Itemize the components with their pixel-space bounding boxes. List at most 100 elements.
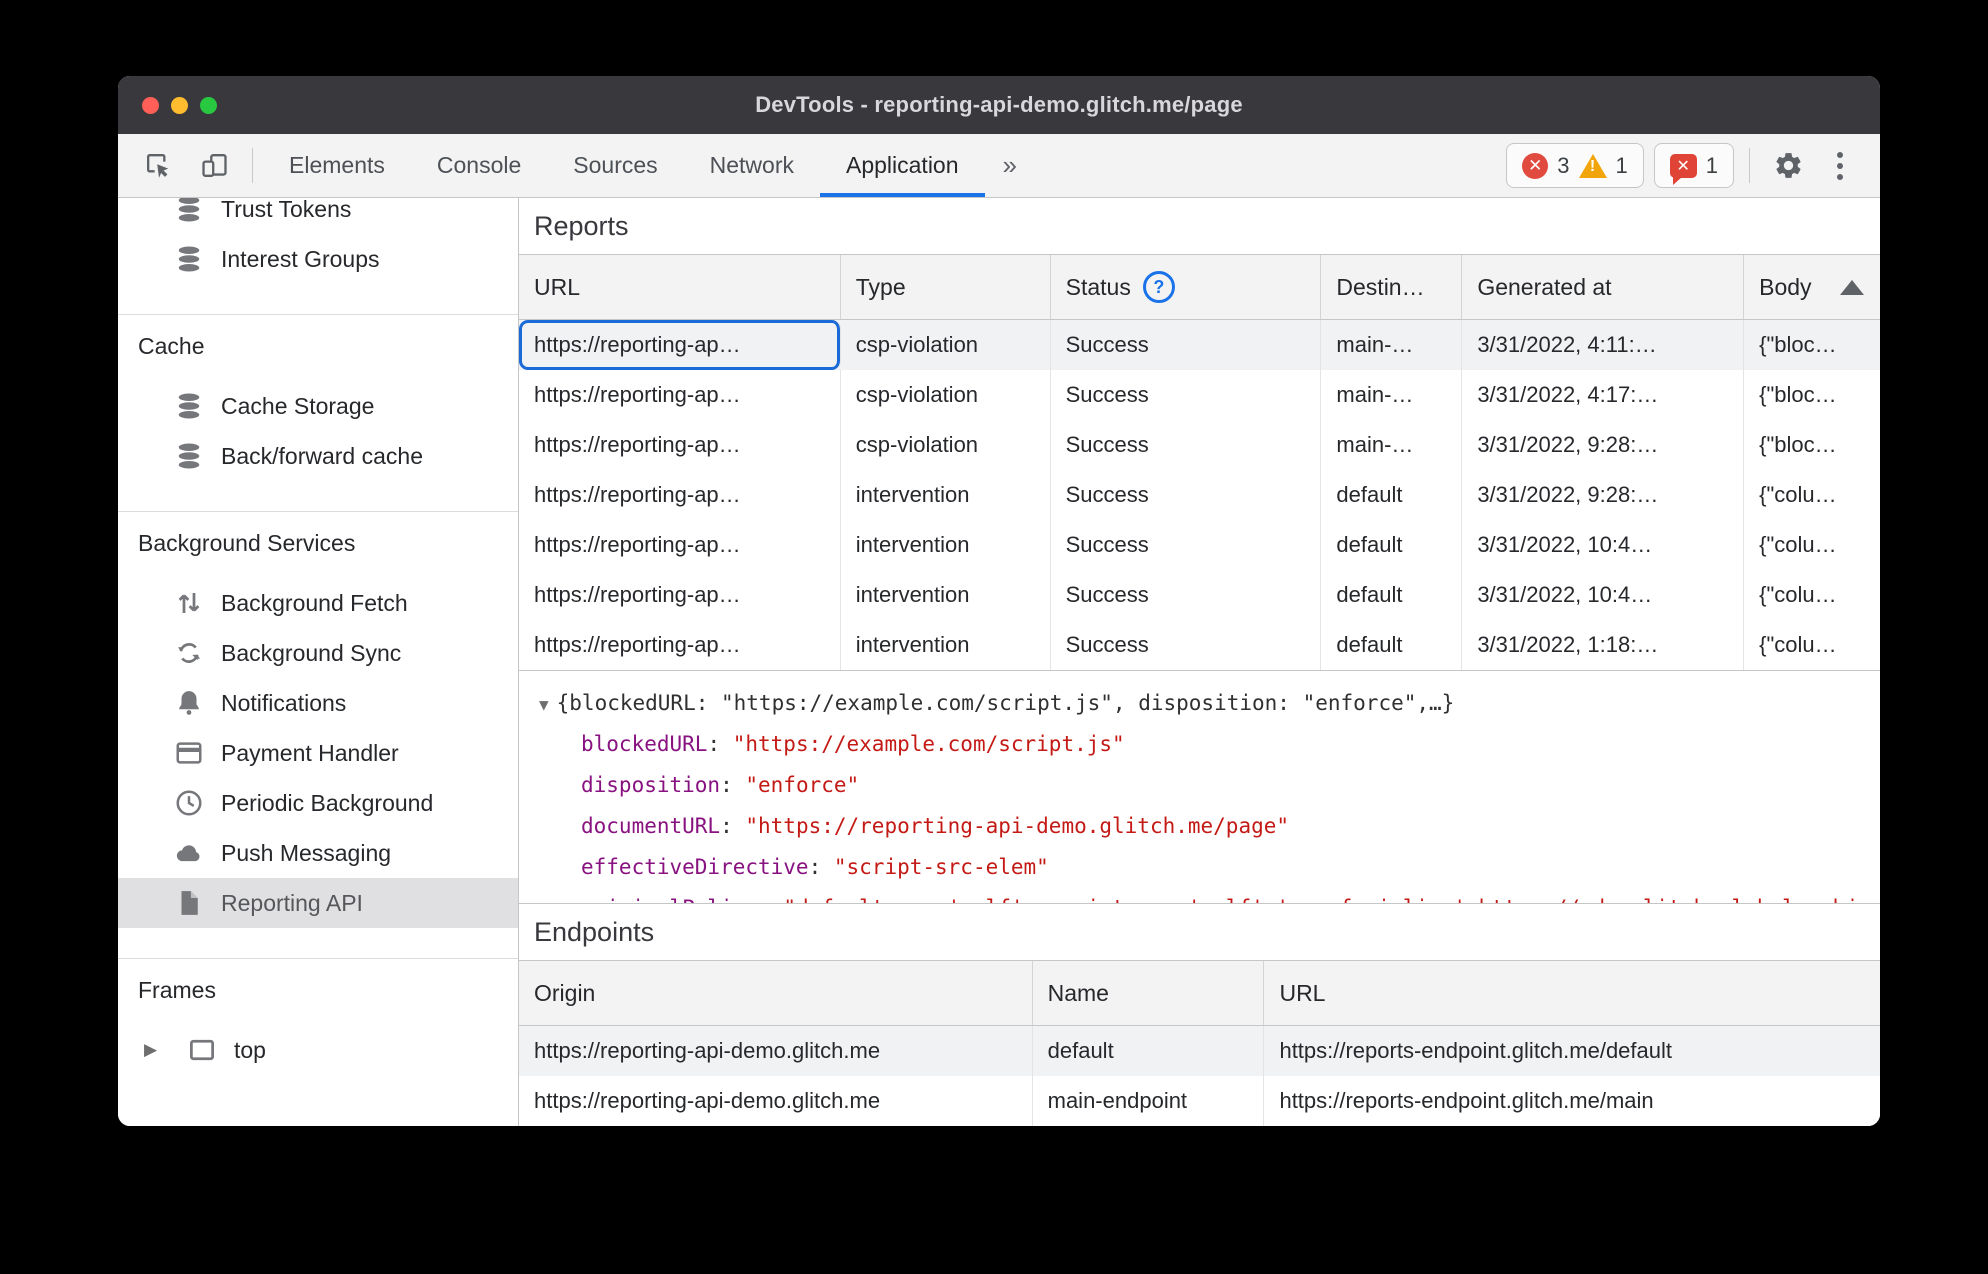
cell-status[interactable]: Success <box>1051 570 1322 620</box>
cell-url[interactable]: https://reporting-ap… <box>519 320 841 370</box>
cell-body[interactable]: {"colu… <box>1744 570 1880 620</box>
cell-status[interactable]: Success <box>1051 320 1322 370</box>
cell-type[interactable]: intervention <box>841 570 1051 620</box>
table-row[interactable]: https://reporting-ap… intervention Success… <box>519 570 1880 620</box>
cell-body[interactable]: {"bloc… <box>1744 370 1880 420</box>
cell-url[interactable]: https://reporting-ap… <box>519 520 841 570</box>
column-header-generated-at[interactable]: Generated at <box>1462 255 1745 319</box>
cell-url[interactable]: https://reporting-ap… <box>519 420 841 470</box>
database-icon <box>174 391 204 421</box>
console-status-badge[interactable]: ✕ 3 1 <box>1506 143 1644 188</box>
sidebar-item-notifications[interactable]: Notifications <box>118 678 518 728</box>
cell-status[interactable]: Success <box>1051 370 1322 420</box>
cell-type[interactable]: intervention <box>841 620 1051 670</box>
cell-generated-at[interactable]: 3/31/2022, 4:17:… <box>1462 370 1745 420</box>
sidebar-item-trust-tokens[interactable]: Trust Tokens <box>118 198 518 234</box>
sidebar-item-back-forward-cache[interactable]: Back/forward cache <box>118 431 518 481</box>
json-property-line: originalPolicy: "default-src 'self'; scr… <box>539 888 1880 903</box>
cell-destination[interactable]: default <box>1321 620 1463 670</box>
table-row[interactable]: https://reporting-ap… csp-violation Succes… <box>519 420 1880 470</box>
cell-url[interactable]: https://reporting-ap… <box>519 370 841 420</box>
inspect-element-icon[interactable] <box>130 134 186 197</box>
column-header-destin-[interactable]: Destin… <box>1321 255 1463 319</box>
cell-body[interactable]: {"colu… <box>1744 620 1880 670</box>
sidebar-item-reporting-api[interactable]: Reporting API <box>118 878 518 928</box>
sidebar-item-label: Periodic Background <box>221 789 434 816</box>
column-header-label: Body <box>1759 273 1812 300</box>
cell-body[interactable]: {"bloc… <box>1744 320 1880 370</box>
expander-triangle-icon[interactable]: ▼ <box>539 695 549 714</box>
column-header-status[interactable]: Status? <box>1051 255 1322 319</box>
tab-application[interactable]: Application <box>820 134 985 197</box>
cell-destination[interactable]: main-… <box>1321 370 1463 420</box>
json-preview-line[interactable]: ▼ {blockedURL: "https://example.com/scrip… <box>539 683 1880 724</box>
column-header-body[interactable]: Body <box>1744 255 1880 319</box>
column-header-type[interactable]: Type <box>841 255 1051 319</box>
tab-sources[interactable]: Sources <box>547 134 683 197</box>
sidebar-item-push-messaging[interactable]: Push Messaging <box>118 828 518 878</box>
cell-type[interactable]: csp-violation <box>841 420 1051 470</box>
cell-status[interactable]: Success <box>1051 520 1322 570</box>
tab-network[interactable]: Network <box>684 134 820 197</box>
column-header-origin[interactable]: Origin <box>519 961 1033 1025</box>
table-row[interactable]: https://reporting-ap… csp-violation Succes… <box>519 320 1880 370</box>
sidebar-item-background-sync[interactable]: Background Sync <box>118 628 518 678</box>
sidebar-section-header-background-services: Background Services <box>138 529 356 556</box>
more-options-kebab-icon[interactable] <box>1816 134 1864 197</box>
expander-triangle-icon[interactable]: ▶ <box>144 1040 170 1060</box>
column-header-label: Status <box>1065 273 1131 300</box>
table-row[interactable]: https://reporting-ap… intervention Success… <box>519 520 1880 570</box>
sidebar-item-cache-storage[interactable]: Cache Storage <box>118 381 518 431</box>
cell-url[interactable]: https://reporting-ap… <box>519 570 841 620</box>
cell-generated-at[interactable]: 3/31/2022, 10:4… <box>1462 570 1745 620</box>
tab-console[interactable]: Console <box>411 134 547 197</box>
cell-destination[interactable]: main-… <box>1321 320 1463 370</box>
cell-status[interactable]: Success <box>1051 620 1322 670</box>
table-row[interactable]: https://reporting-ap… intervention Success… <box>519 620 1880 670</box>
device-toolbar-icon[interactable] <box>186 134 242 197</box>
cell-status[interactable]: Success <box>1051 470 1322 520</box>
cell-type[interactable]: intervention <box>841 470 1051 520</box>
more-tabs-button[interactable]: » <box>985 134 1035 197</box>
cell-generated-at[interactable]: 3/31/2022, 10:4… <box>1462 520 1745 570</box>
frame-icon <box>187 1035 217 1065</box>
table-row[interactable]: https://reporting-ap… csp-violation Succes… <box>519 370 1880 420</box>
cell-url[interactable]: https://reporting-ap… <box>519 470 841 520</box>
devtools-toolbar: Elements Console Sources Network Application… <box>118 134 1880 198</box>
column-header-url[interactable]: URL <box>1264 961 1880 1025</box>
table-row[interactable]: https://reporting-ap… intervention Success… <box>519 470 1880 520</box>
application-sidebar: Trust Tokens Interest Groups Cache Cache St… <box>118 198 519 1126</box>
cell-destination[interactable]: default <box>1321 520 1463 570</box>
cell-type[interactable]: csp-violation <box>841 320 1051 370</box>
cell-status[interactable]: Success <box>1051 420 1322 470</box>
column-header-name[interactable]: Name <box>1033 961 1265 1025</box>
settings-gear-icon[interactable] <box>1760 134 1816 197</box>
cell-body[interactable]: {"bloc… <box>1744 420 1880 470</box>
cell-body[interactable]: {"colu… <box>1744 520 1880 570</box>
cell-generated-at[interactable]: 3/31/2022, 1:18:… <box>1462 620 1745 670</box>
cell-url[interactable]: https://reporting-ap… <box>519 620 841 670</box>
json-property-line: effectiveDirective: "script-src-elem" <box>581 855 1049 879</box>
zoom-window-button[interactable] <box>200 96 217 114</box>
reports-table-body: https://reporting-ap… csp-violation Succes… <box>519 320 1880 671</box>
sidebar-item-interest-groups[interactable]: Interest Groups <box>118 234 518 284</box>
issues-badge[interactable]: ✕ 1 <box>1653 143 1734 188</box>
cell-body[interactable]: {"colu… <box>1744 470 1880 520</box>
column-header-url[interactable]: URL <box>519 255 841 319</box>
cell-destination[interactable]: default <box>1321 470 1463 520</box>
cell-generated-at[interactable]: 3/31/2022, 9:28:… <box>1462 420 1745 470</box>
help-icon[interactable]: ? <box>1142 271 1175 303</box>
sidebar-item-periodic-background[interactable]: Periodic Background <box>118 778 518 828</box>
sidebar-item-top[interactable]: ▶ top <box>118 1025 518 1075</box>
cell-generated-at[interactable]: 3/31/2022, 4:11:… <box>1462 320 1745 370</box>
sidebar-item-background-fetch[interactable]: Background Fetch <box>118 578 518 628</box>
sidebar-item-payment-handler[interactable]: Payment Handler <box>118 728 518 778</box>
cell-type[interactable]: intervention <box>841 520 1051 570</box>
tab-elements[interactable]: Elements <box>263 134 411 197</box>
cell-generated-at[interactable]: 3/31/2022, 9:28:… <box>1462 470 1745 520</box>
minimize-window-button[interactable] <box>171 96 188 114</box>
cell-destination[interactable]: main-… <box>1321 420 1463 470</box>
cell-type[interactable]: csp-violation <box>841 370 1051 420</box>
cell-destination[interactable]: default <box>1321 570 1463 620</box>
close-window-button[interactable] <box>142 96 159 114</box>
